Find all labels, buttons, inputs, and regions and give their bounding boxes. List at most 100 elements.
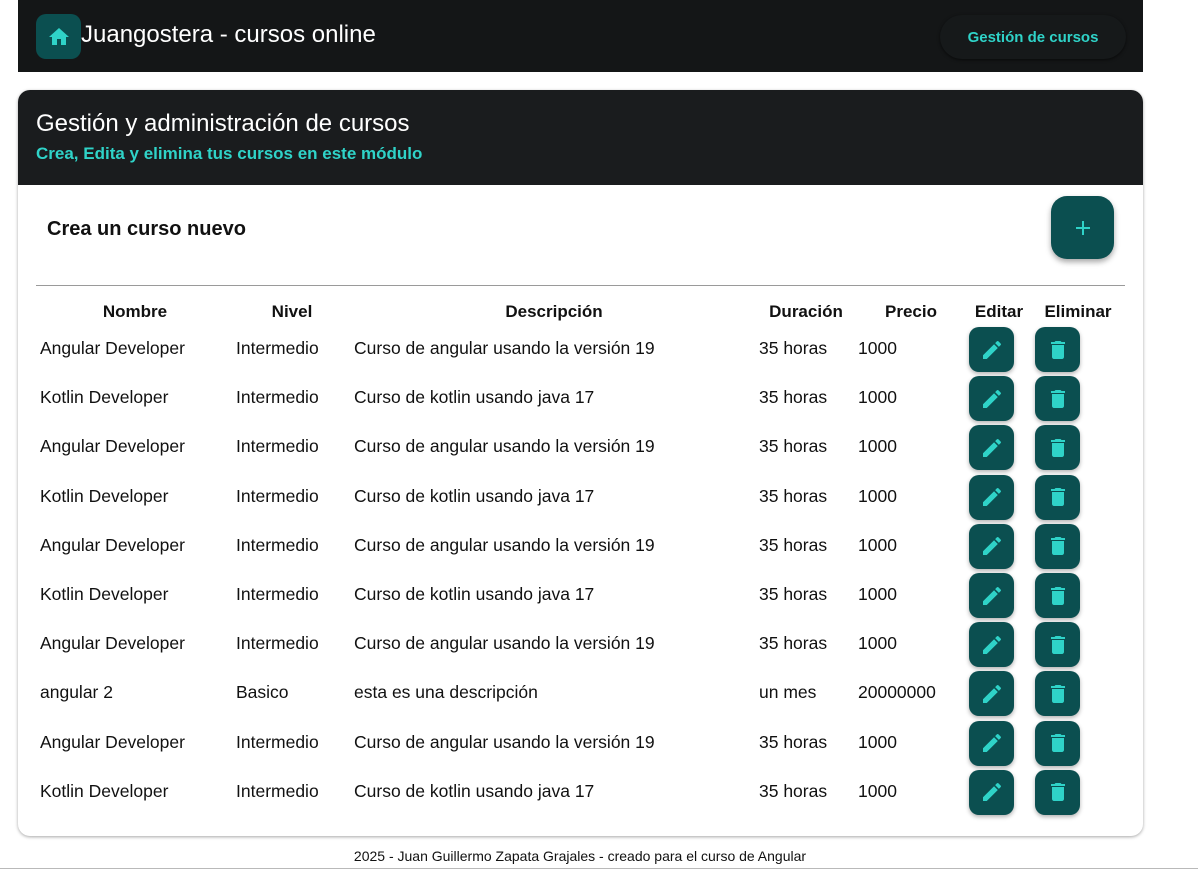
edit-button[interactable] (969, 327, 1014, 372)
cell-level: Intermedio (236, 584, 319, 604)
top-navbar: Juangostera - cursos online Gestión de c… (18, 0, 1143, 72)
pencil-icon (982, 537, 1001, 556)
pencil-icon (982, 438, 1001, 457)
edit-button[interactable] (969, 671, 1014, 717)
cell-level: Intermedio (236, 780, 319, 801)
edit-button[interactable] (969, 769, 1014, 815)
pencil-icon (982, 635, 1001, 654)
cell-price: 1000 (858, 485, 897, 506)
trash-icon (1050, 783, 1065, 802)
cell-description: Curso de kotlin usando java 17 (354, 485, 595, 506)
trash-icon (1050, 586, 1065, 605)
cell-name: Kotlin Developer (40, 387, 169, 408)
page-subtitle: Crea, Edita y elimina tus cursos en este… (36, 144, 423, 163)
edit-button[interactable] (969, 573, 1014, 618)
delete-button[interactable] (1035, 622, 1080, 668)
column-header-duration: Duración (769, 302, 843, 321)
delete-button[interactable] (1035, 720, 1080, 766)
column-header-description: Descripción (505, 302, 603, 321)
delete-button[interactable] (1035, 523, 1080, 569)
pencil-icon (982, 340, 1001, 359)
bottom-rule (0, 868, 1198, 869)
home-button[interactable] (36, 14, 81, 59)
delete-button[interactable] (1035, 671, 1080, 717)
cell-duration: 35 horas (759, 436, 828, 457)
cell-name: Angular Developer (40, 534, 185, 555)
cell-duration: 35 horas (759, 534, 828, 555)
edit-button[interactable] (969, 425, 1014, 471)
edit-button[interactable] (969, 720, 1014, 766)
delete-button[interactable] (1035, 327, 1080, 372)
trash-icon (1050, 488, 1065, 507)
cell-price: 1000 (858, 633, 897, 654)
delete-button[interactable] (1035, 425, 1080, 471)
cell-price: 1000 (858, 731, 897, 752)
cell-price: 1000 (858, 338, 897, 358)
cell-name: angular 2 (40, 682, 113, 703)
edit-button[interactable] (969, 523, 1014, 569)
cell-level: Intermedio (236, 436, 319, 457)
cell-description: Curso de kotlin usando java 17 (354, 780, 595, 801)
cell-price: 1000 (858, 436, 897, 457)
add-course-button[interactable] (1051, 196, 1114, 259)
cell-name: Angular Developer (40, 436, 185, 457)
footer-text: 2025 - Juan Guillermo Zapata Grajales - … (353, 848, 807, 864)
cell-level: Intermedio (236, 387, 319, 408)
trash-icon (1050, 340, 1065, 359)
cell-duration: 35 horas (759, 731, 828, 752)
cell-name: Angular Developer (40, 338, 185, 358)
pencil-icon (982, 488, 1001, 507)
column-header-edit: Editar (974, 302, 1024, 321)
cell-duration: 35 horas (759, 584, 828, 604)
delete-button[interactable] (1035, 474, 1080, 520)
cell-price: 1000 (858, 534, 897, 555)
cell-duration: un mes (759, 682, 817, 703)
cell-name: Angular Developer (40, 731, 185, 752)
column-header-name: Nombre (102, 302, 168, 321)
column-header-price: Precio (885, 302, 937, 321)
pencil-icon (982, 586, 1001, 605)
delete-button[interactable] (1035, 376, 1080, 422)
trash-icon (1050, 734, 1065, 753)
cell-price: 1000 (858, 387, 897, 408)
cell-level: Intermedio (236, 485, 319, 506)
trash-icon (1050, 389, 1065, 408)
cell-duration: 35 horas (759, 338, 828, 358)
cell-name: Kotlin Developer (40, 584, 169, 604)
nav-link-course-management[interactable]: Gestión de cursos (940, 15, 1126, 59)
cell-name: Angular Developer (40, 633, 185, 654)
page-title: Gestión y administración de cursos (36, 110, 410, 137)
cell-name: Kotlin Developer (40, 780, 169, 801)
cell-description: Curso de angular usando la versión 19 (354, 534, 655, 555)
pencil-icon (982, 684, 1001, 703)
cell-name: Kotlin Developer (40, 485, 169, 506)
delete-button[interactable] (1035, 573, 1080, 618)
cell-description: esta es una descripción (354, 682, 538, 703)
cell-description: Curso de angular usando la versión 19 (354, 338, 655, 358)
edit-button[interactable] (969, 622, 1014, 668)
card-header: Gestión y administración de cursos Crea,… (18, 90, 1143, 185)
course-management-card: Gestión y administración de cursos Crea,… (18, 90, 1143, 836)
cell-description: Curso de kotlin usando java 17 (354, 387, 595, 408)
cell-description: Curso de angular usando la versión 19 (354, 436, 655, 457)
cell-level: Intermedio (236, 731, 319, 752)
home-icon (48, 27, 69, 45)
cell-description: Curso de angular usando la versión 19 (354, 633, 655, 654)
app-title: Juangostera - cursos online (81, 21, 376, 48)
plus-icon (1075, 220, 1090, 235)
create-course-label: Crea un curso nuevo (47, 218, 246, 240)
edit-button[interactable] (969, 376, 1014, 422)
trash-icon (1050, 438, 1065, 457)
delete-button[interactable] (1035, 769, 1080, 815)
cell-duration: 35 horas (759, 633, 828, 654)
cell-duration: 35 horas (759, 780, 828, 801)
cell-price: 1000 (858, 780, 897, 801)
cell-price: 1000 (858, 584, 897, 604)
pencil-icon (982, 783, 1001, 802)
trash-icon (1050, 684, 1065, 703)
edit-button[interactable] (969, 474, 1014, 520)
trash-icon (1050, 537, 1065, 556)
cell-duration: 35 horas (759, 485, 828, 506)
cell-level: Intermedio (236, 338, 319, 358)
pencil-icon (982, 734, 1001, 753)
